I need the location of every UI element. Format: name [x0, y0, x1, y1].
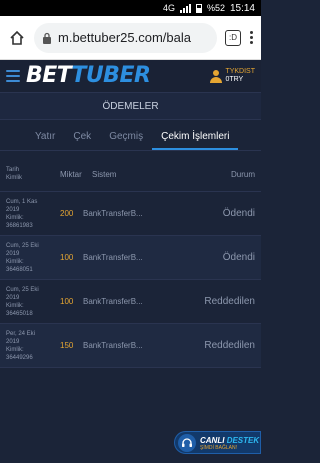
site-header: BET TUBER TYKDIST 0TRY — [0, 60, 261, 93]
row-date: Cum, 25 Eki 2019 Kimlik: 36465018 — [6, 286, 60, 318]
table-row[interactable]: Cum, 25 Eki 2019 Kimlik: 36465018 100 Ba… — [0, 280, 261, 324]
row-status: Ödendi — [222, 252, 255, 263]
row-amount: 200 — [60, 209, 74, 218]
tab-switcher-button[interactable]: :D — [225, 29, 241, 46]
row-year: 2019 — [6, 294, 20, 301]
row-id: 36861983 — [6, 222, 33, 229]
battery-percent: %52 — [206, 3, 225, 13]
browser-menu-icon[interactable] — [249, 31, 253, 44]
row-year: 2019 — [6, 250, 20, 257]
row-status: Reddedilen — [204, 340, 255, 351]
live-support-button[interactable]: CANLI DESTEK ŞİMDİ BAĞLAN! — [174, 431, 261, 454]
row-id-label: Kimlik: — [6, 258, 24, 265]
row-id-label: Kimlik: — [6, 302, 24, 309]
hamburger-menu-icon[interactable] — [6, 70, 20, 82]
row-status: Ödendi — [222, 208, 255, 219]
row-year: 2019 — [6, 338, 20, 345]
table-row[interactable]: Cum, 1 Kas 2019 Kimlik: 36861983 200 Ban… — [0, 192, 261, 236]
username: TYKDIST — [225, 68, 255, 75]
row-system: BankTransferB... — [83, 297, 143, 306]
row-id-label: Kimlik: — [6, 346, 24, 353]
header-status: Durum — [230, 169, 255, 179]
battery-icon — [195, 3, 202, 13]
row-amount: 100 — [60, 253, 74, 262]
user-account[interactable]: TYKDIST 0TRY — [210, 68, 255, 84]
header-id-label: Kimlik — [6, 175, 22, 181]
header-system: Sistem — [92, 169, 117, 179]
header-date-label: Tarih — [6, 167, 20, 173]
tab-withdraw[interactable]: Çek — [64, 131, 100, 150]
user-balance: 0TRY — [225, 76, 244, 83]
payment-tabs: Yatır Çek Geçmiş Çekim İşlemleri — [0, 120, 261, 150]
user-info: TYKDIST 0TRY — [225, 68, 255, 84]
home-icon[interactable] — [8, 29, 26, 47]
row-id: 36465018 — [6, 310, 33, 317]
table-header: Tarih Kimlik Miktar Sistem Durum — [0, 157, 261, 192]
network-label: 4G — [162, 3, 175, 13]
row-date: Cum, 25 Eki 2019 Kimlik: 36468051 — [6, 242, 60, 274]
row-id: 36468051 — [6, 266, 33, 273]
clock: 15:14 — [229, 2, 255, 14]
row-status: Reddedilen — [204, 296, 255, 307]
live-support-title-2: DESTEK — [226, 436, 260, 445]
row-system: BankTransferB... — [83, 341, 143, 350]
row-amount: 150 — [60, 341, 74, 350]
header-amount: Miktar — [60, 169, 82, 179]
row-system: BankTransferB... — [83, 253, 143, 262]
row-date-line: Cum, 25 Eki — [6, 242, 39, 249]
live-support-title-1: CANLI — [200, 436, 225, 445]
site-logo[interactable]: BET TUBER — [26, 65, 204, 87]
live-support-text: CANLI DESTEK ŞİMDİ BAĞLAN! — [200, 434, 259, 451]
header-date: Tarih Kimlik — [6, 166, 60, 182]
live-support-title: CANLI DESTEK — [200, 436, 259, 445]
live-support-subtitle: ŞİMDİ BAĞLAN! — [200, 445, 237, 451]
section-title: ÖDEMELER — [0, 93, 261, 120]
tab-withdrawal-transactions[interactable]: Çekim İşlemleri — [152, 131, 239, 150]
tabs-divider — [0, 150, 261, 151]
table-row[interactable]: Cum, 25 Eki 2019 Kimlik: 36468051 100 Ba… — [0, 236, 261, 280]
row-id: 36449296 — [6, 354, 33, 361]
row-date-line: Cum, 25 Eki — [6, 286, 39, 293]
lock-icon — [43, 32, 51, 44]
row-date-line: Per, 24 Eki — [6, 330, 36, 337]
tab-history[interactable]: Geçmiş — [100, 131, 152, 150]
row-date-line: Cum, 1 Kas — [6, 198, 38, 205]
row-date: Cum, 1 Kas 2019 Kimlik: 36861983 — [6, 198, 60, 230]
status-bar: 4G %52 15:14 — [0, 0, 261, 16]
logo-tuber: TUBER — [71, 63, 151, 88]
table-row[interactable]: Per, 24 Eki 2019 Kimlik: 36449296 150 Ba… — [0, 324, 261, 368]
tab-deposit[interactable]: Yatır — [26, 131, 64, 150]
signal-icon — [179, 3, 191, 13]
user-icon — [210, 70, 223, 83]
headset-icon — [178, 433, 196, 452]
browser-toolbar: m.bettuber25.com/bala :D — [0, 16, 261, 60]
row-year: 2019 — [6, 206, 20, 213]
row-system: BankTransferB... — [83, 209, 143, 218]
logo-bet: BET — [26, 63, 72, 88]
row-date: Per, 24 Eki 2019 Kimlik: 36449296 — [6, 330, 60, 362]
address-bar[interactable]: m.bettuber25.com/bala — [34, 22, 217, 53]
url-text: m.bettuber25.com/bala — [58, 30, 191, 45]
row-id-label: Kimlik: — [6, 214, 24, 221]
row-amount: 100 — [60, 297, 74, 306]
